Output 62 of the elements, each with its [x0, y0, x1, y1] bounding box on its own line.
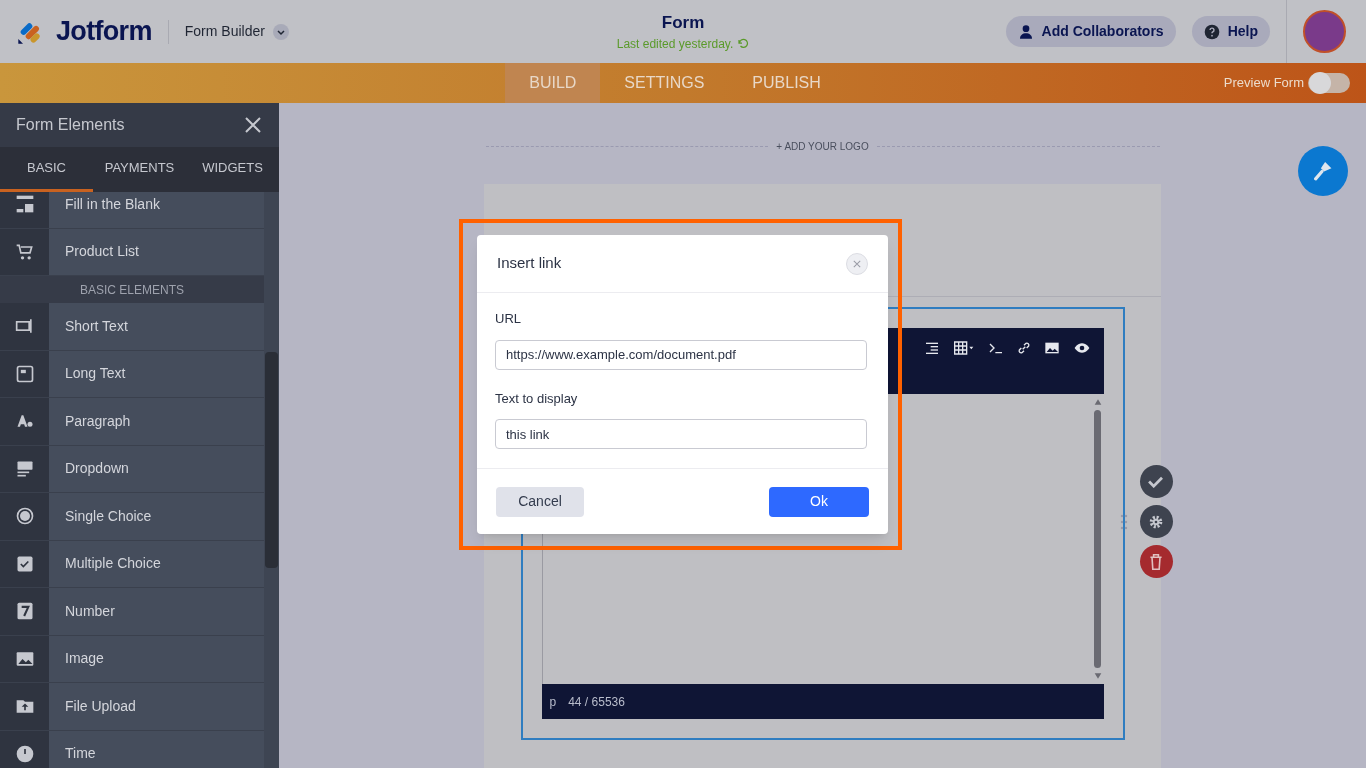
brand-name: Jotform — [56, 15, 152, 49]
trash-icon — [1149, 553, 1163, 570]
element-item[interactable]: Dropdown — [0, 445, 264, 493]
element-item[interactable]: Product List — [0, 228, 264, 276]
dialog-title: Insert link — [497, 253, 562, 274]
character-count: 44 / 65536 — [568, 693, 625, 711]
close-icon — [853, 259, 861, 268]
element-path: p — [549, 693, 557, 711]
element-item[interactable]: Single Choice — [0, 493, 264, 541]
preview-form-label: Preview Form — [1223, 74, 1304, 93]
add-logo-link[interactable]: + ADD YOUR LOGO — [776, 139, 869, 154]
preview-toggle[interactable] — [1308, 73, 1350, 93]
undo-icon — [737, 38, 750, 51]
help-button[interactable]: Help — [1191, 16, 1270, 47]
close-button[interactable] — [846, 252, 868, 275]
element-item[interactable]: Number — [0, 588, 264, 636]
element-item[interactable]: Short Text — [0, 303, 264, 351]
radio-icon — [14, 506, 35, 527]
avatar[interactable] — [1303, 10, 1346, 53]
field-label: URL — [495, 310, 522, 328]
scroll-up-icon — [1093, 398, 1102, 406]
ok-button[interactable]: Ok — [769, 486, 869, 517]
image-icon — [1043, 340, 1060, 356]
checkmark-icon — [1148, 475, 1164, 488]
section-header: BASIC ELEMENTS — [0, 276, 264, 303]
designer-button[interactable] — [1298, 146, 1348, 196]
settings-button[interactable] — [1139, 505, 1173, 538]
element-item[interactable]: File Upload — [0, 683, 264, 731]
long-text-icon — [14, 363, 35, 384]
element-item[interactable]: Fill in the Blank — [0, 192, 264, 229]
element-item[interactable]: Long Text — [0, 350, 264, 398]
last-edited-text: Last edited yesterday. — [616, 36, 734, 54]
scroll-down-icon — [1093, 672, 1102, 680]
clock-icon — [14, 743, 35, 764]
field-label: Text to display — [495, 389, 579, 408]
form-title: Form — [661, 11, 705, 34]
fill-blank-icon — [14, 194, 35, 215]
element-item[interactable]: Time — [0, 730, 264, 768]
element-item[interactable]: Image — [0, 635, 264, 683]
panel-title: Form Elements — [16, 115, 125, 135]
check-button[interactable] — [1139, 465, 1173, 498]
table-icon — [951, 340, 976, 356]
paint-roller-icon — [1313, 161, 1333, 181]
editor-scrollbar-thumb[interactable] — [1094, 410, 1101, 668]
settings-icon — [1148, 513, 1164, 530]
close-icon[interactable] — [243, 115, 263, 135]
chevron-icon — [272, 23, 289, 40]
add-collaborators-button[interactable]: Add Collaborators — [1005, 16, 1176, 47]
panel-tab[interactable]: WIDGETS — [186, 147, 279, 192]
input-field[interactable]: this link — [495, 419, 867, 449]
cancel-button[interactable]: Cancel — [496, 486, 584, 517]
form-builder-menu[interactable]: Form Builder — [184, 21, 289, 42]
drag-handle-icon — [1119, 513, 1128, 530]
element-item[interactable]: Multiple Choice — [0, 540, 264, 588]
panel-tab[interactable]: PAYMENTS — [93, 147, 186, 192]
help-icon — [1203, 23, 1220, 40]
input-field[interactable]: https://www.example.com/document.pdf — [495, 339, 867, 370]
scrollbar-thumb[interactable] — [265, 352, 278, 568]
user-icon — [1017, 23, 1034, 40]
element-item[interactable]: Paragraph — [0, 398, 264, 446]
delete-button[interactable] — [1139, 545, 1173, 578]
indent-icon — [923, 340, 940, 356]
